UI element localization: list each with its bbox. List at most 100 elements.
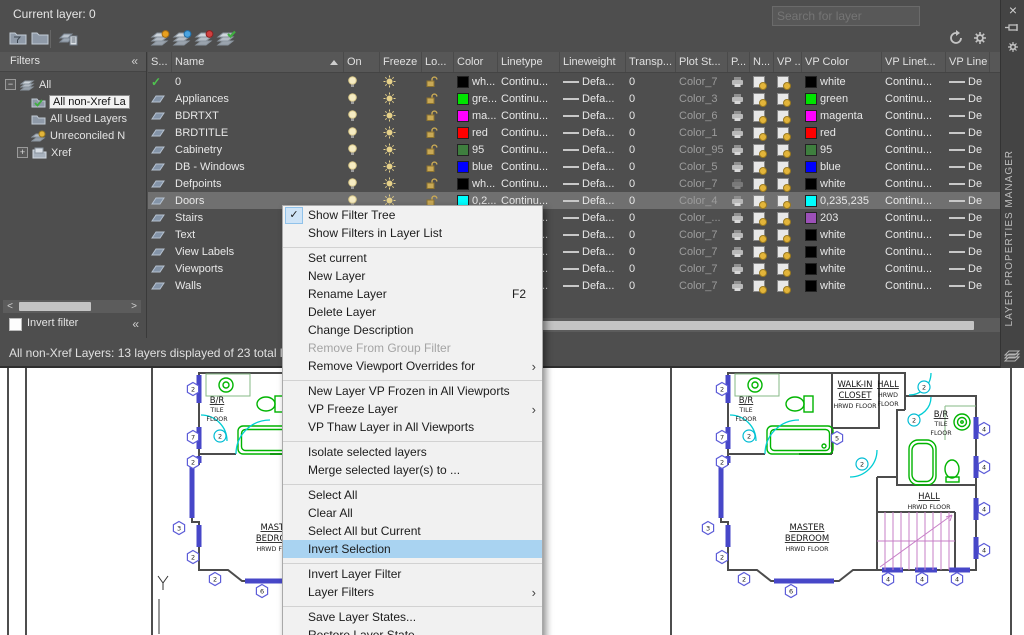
layer-on-cell[interactable] [344,124,380,141]
layer-vp-color-cell[interactable]: white [802,260,882,277]
layer-transparency-cell[interactable]: 0 [626,124,676,141]
layer-plot-style-cell[interactable]: Color_7 [676,260,728,277]
layer-color-cell[interactable]: blue [454,158,498,175]
layer-name[interactable]: BDRTXT [172,107,344,124]
scroll-left-icon[interactable]: < [3,300,17,313]
layer-search-box[interactable] [772,6,920,26]
layer-new-vp-freeze-cell[interactable] [750,277,774,294]
layer-plot-cell[interactable] [728,260,750,277]
set-current-button[interactable] [216,29,238,49]
context-menu-item[interactable]: New Layer VP Frozen in All Viewports [283,382,542,400]
layer-vp-freeze-cell[interactable] [774,141,802,158]
layer-plot-cell[interactable] [728,277,750,294]
layer-plot-style-cell[interactable]: Color_7 [676,73,728,90]
layer-vp-linetype-cell[interactable]: Continu... [882,158,946,175]
layer-freeze-cell[interactable] [380,158,422,175]
layer-transparency-cell[interactable]: 0 [626,209,676,226]
layer-vp-lineweight-cell[interactable]: De [946,158,990,175]
layer-color-cell[interactable]: wh... [454,73,498,90]
refresh-button[interactable] [947,29,969,49]
layer-vp-color-cell[interactable]: white [802,243,882,260]
layer-plot-cell[interactable] [728,90,750,107]
invert-filter-checkbox[interactable] [9,318,22,331]
layer-plot-cell[interactable] [728,141,750,158]
layer-lineweight-cell[interactable]: Defa... [560,226,626,243]
layer-new-vp-freeze-cell[interactable] [750,226,774,243]
vp-color-swatch[interactable] [805,144,817,156]
layer-vp-linetype-cell[interactable]: Continu... [882,141,946,158]
context-menu-item[interactable]: Select All but Current [283,522,542,540]
layer-lock-cell[interactable] [422,73,454,90]
layer-freeze-cell[interactable] [380,107,422,124]
filter-tree-item-all-used[interactable]: All Used Layers [0,110,146,127]
scroll-right-icon[interactable]: > [127,300,141,313]
layer-plot-cell[interactable] [728,192,750,209]
layer-lineweight-cell[interactable]: Defa... [560,141,626,158]
column-header-status[interactable]: S... [148,52,172,72]
layer-lock-cell[interactable] [422,141,454,158]
layer-lock-cell[interactable] [422,107,454,124]
color-swatch[interactable] [457,110,469,122]
layer-row[interactable]: ✓ Appliances gre... Continu... [148,90,1000,107]
column-header-vp-linetype[interactable]: VP Linet... [882,52,946,72]
layer-vp-linetype-cell[interactable]: Continu... [882,277,946,294]
layer-lineweight-cell[interactable]: Defa... [560,260,626,277]
vp-color-swatch[interactable] [805,161,817,173]
layer-name[interactable]: Defpoints [172,175,344,192]
layer-lock-cell[interactable] [422,158,454,175]
layer-vp-freeze-cell[interactable] [774,277,802,294]
layer-vp-linetype-cell[interactable]: Continu... [882,192,946,209]
scrollbar-thumb[interactable] [19,302,91,311]
layer-new-vp-freeze-cell[interactable] [750,260,774,277]
layer-lineweight-cell[interactable]: Defa... [560,175,626,192]
layer-vp-lineweight-cell[interactable]: De [946,107,990,124]
context-menu-item[interactable]: Isolate selected layers [283,443,542,461]
layer-vp-lineweight-cell[interactable]: De [946,73,990,90]
layer-freeze-cell[interactable] [380,90,422,107]
layer-vp-lineweight-cell[interactable]: De [946,243,990,260]
layer-row[interactable]: ✓ Doors 0,2... Continu... [148,192,1000,209]
layer-row[interactable]: ✓ Text wh... Continu... [148,226,1000,243]
layer-vp-linetype-cell[interactable]: Continu... [882,243,946,260]
layer-plot-style-cell[interactable]: Color_7 [676,277,728,294]
layer-row[interactable]: ✓ Cabinetry 95 Continu... [148,141,1000,158]
column-header-new-vp-freeze[interactable]: N... [750,52,774,72]
context-menu-item[interactable]: Show Filter Tree [283,206,542,224]
context-menu-item[interactable]: Clear All [283,504,542,522]
color-swatch[interactable] [457,76,469,88]
layer-transparency-cell[interactable]: 0 [626,141,676,158]
collapse-node-icon[interactable]: − [5,79,16,90]
color-swatch[interactable] [457,144,469,156]
layer-new-vp-freeze-cell[interactable] [750,158,774,175]
column-header-freeze[interactable]: Freeze [380,52,422,72]
layer-vp-lineweight-cell[interactable]: De [946,260,990,277]
layer-plot-cell[interactable] [728,175,750,192]
layer-transparency-cell[interactable]: 0 [626,175,676,192]
close-icon[interactable]: × [1001,2,1024,18]
layer-vp-lineweight-cell[interactable]: De [946,277,990,294]
layer-lineweight-cell[interactable]: Defa... [560,158,626,175]
layer-transparency-cell[interactable]: 0 [626,73,676,90]
layer-vp-linetype-cell[interactable]: Continu... [882,209,946,226]
layer-name[interactable]: Cabinetry [172,141,344,158]
layer-vp-freeze-cell[interactable] [774,260,802,277]
layer-vp-linetype-cell[interactable]: Continu... [882,107,946,124]
layer-lineweight-cell[interactable]: Defa... [560,209,626,226]
layer-linetype-cell[interactable]: Continu... [498,90,560,107]
context-menu-item[interactable]: Layer Filters [283,583,542,601]
auto-hide-pin-icon[interactable] [1001,22,1024,36]
layer-plot-cell[interactable] [728,124,750,141]
layer-vp-color-cell[interactable]: magenta [802,107,882,124]
layer-name[interactable]: DB - Windows [172,158,344,175]
layer-new-vp-freeze-cell[interactable] [750,192,774,209]
vp-color-swatch[interactable] [805,212,817,224]
layer-vp-lineweight-cell[interactable]: De [946,90,990,107]
vp-color-swatch[interactable] [805,229,817,241]
layer-vp-color-cell[interactable]: 203 [802,209,882,226]
layer-vp-color-cell[interactable]: 95 [802,141,882,158]
filter-tree-item-all[interactable]: − All [0,76,146,93]
layer-lineweight-cell[interactable]: Defa... [560,107,626,124]
layer-name[interactable]: BRDTITLE [172,124,344,141]
expand-node-icon[interactable]: + [17,147,28,158]
vp-color-swatch[interactable] [805,263,817,275]
